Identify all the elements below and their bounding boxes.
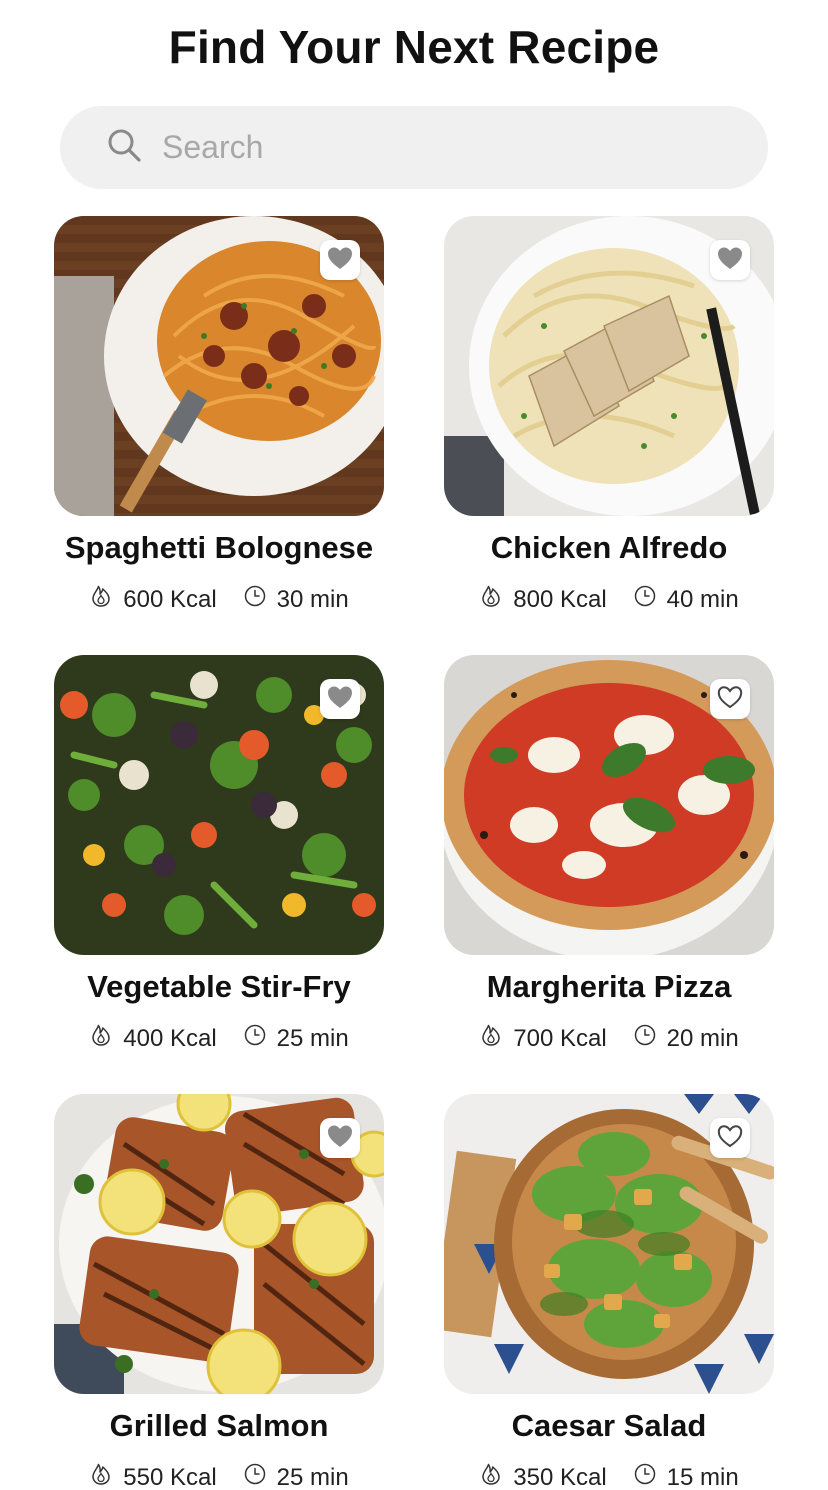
calories-stat: 400 Kcal [89, 1023, 217, 1054]
margherita-pizza-photo[interactable] [444, 655, 774, 955]
calories-value: 350 Kcal [513, 1463, 607, 1490]
search-bar[interactable] [60, 106, 768, 189]
calories-value: 700 Kcal [513, 1024, 607, 1052]
clock-icon [633, 1462, 667, 1490]
calories-stat: 600 Kcal [89, 584, 217, 615]
time-value: 15 min [666, 1463, 739, 1490]
recipe-meta: 700 Kcal 20 min [444, 1023, 774, 1054]
favorite-button[interactable] [710, 1118, 750, 1158]
time-value: 30 min [276, 585, 349, 613]
page-title: Find Your Next Recipe [168, 21, 660, 73]
search-icon [106, 127, 142, 168]
time-value: 20 min [666, 1024, 739, 1052]
time-stat: 25 min [243, 1462, 349, 1490]
recipe-browser-screen: Find Your Next Recipe Search Spaghetti B… [0, 0, 828, 1490]
time-stat: 20 min [633, 1023, 739, 1054]
calories-stat: 700 Kcal [479, 1023, 607, 1054]
recipe-card[interactable]: Caesar Salad 350 Kcal 15 min [444, 1094, 774, 1490]
recipe-name: Grilled Salmon [109, 1408, 329, 1443]
recipe-card[interactable]: Chicken Alfredo 800 Kcal 40 min [444, 216, 774, 655]
calories-stat: 350 Kcal [479, 1462, 607, 1490]
clock-icon [243, 1462, 277, 1490]
heart-icon [716, 245, 744, 276]
recipe-grid: Spaghetti Bolognese 600 Kcal 30 min Chic… [54, 216, 774, 1490]
heart-icon [716, 684, 744, 715]
time-stat: 25 min [243, 1023, 349, 1054]
calories-value: 400 Kcal [123, 1024, 217, 1052]
calories-value: 550 Kcal [123, 1463, 217, 1490]
calories-stat: 550 Kcal [89, 1462, 217, 1490]
favorite-button[interactable] [710, 679, 750, 719]
flame-icon [89, 1462, 123, 1490]
chicken-alfredo-photo[interactable] [444, 216, 774, 516]
flame-icon [479, 1023, 513, 1054]
heart-icon [716, 1123, 744, 1154]
recipe-meta: 350 Kcal 15 min [444, 1462, 774, 1490]
clock-icon [633, 584, 667, 615]
calories-value: 800 Kcal [513, 585, 607, 613]
clock-icon [633, 1023, 667, 1054]
favorite-button[interactable] [320, 240, 360, 280]
favorite-button[interactable] [710, 240, 750, 280]
recipe-card[interactable]: Margherita Pizza 700 Kcal 20 min [444, 655, 774, 1094]
caesar-salad-photo[interactable] [444, 1094, 774, 1394]
recipe-meta: 600 Kcal 30 min [54, 584, 384, 615]
time-value: 25 min [276, 1463, 349, 1490]
heart-icon [326, 245, 354, 276]
search-input[interactable] [160, 128, 724, 167]
calories-value: 600 Kcal [123, 585, 217, 613]
recipe-name: Vegetable Stir-Fry [87, 969, 351, 1004]
flame-icon [479, 584, 513, 615]
flame-icon [479, 1462, 513, 1490]
recipe-meta: 400 Kcal 25 min [54, 1023, 384, 1054]
clock-icon [243, 584, 277, 615]
heart-icon [326, 684, 354, 715]
time-value: 25 min [276, 1024, 349, 1052]
clock-icon [243, 1023, 277, 1054]
favorite-button[interactable] [320, 679, 360, 719]
recipe-name: Margherita Pizza [486, 969, 732, 1004]
time-stat: 30 min [243, 584, 349, 615]
spaghetti-bolognese-photo[interactable] [54, 216, 384, 516]
grilled-salmon-photo[interactable] [54, 1094, 384, 1394]
recipe-meta: 800 Kcal 40 min [444, 584, 774, 615]
flame-icon [89, 584, 123, 615]
recipe-name: Caesar Salad [511, 1408, 707, 1443]
recipe-name: Spaghetti Bolognese [64, 530, 374, 565]
heart-icon [326, 1123, 354, 1154]
calories-stat: 800 Kcal [479, 584, 607, 615]
recipe-card[interactable]: Grilled Salmon 550 Kcal 25 min [54, 1094, 384, 1490]
flame-icon [89, 1023, 123, 1054]
vegetable-stir-fry-photo[interactable] [54, 655, 384, 955]
favorite-button[interactable] [320, 1118, 360, 1158]
recipe-card[interactable]: Vegetable Stir-Fry 400 Kcal 25 min [54, 655, 384, 1094]
recipe-name: Chicken Alfredo [490, 530, 728, 565]
time-stat: 15 min [633, 1462, 739, 1490]
recipe-card[interactable]: Spaghetti Bolognese 600 Kcal 30 min [54, 216, 384, 655]
recipe-meta: 550 Kcal 25 min [54, 1462, 384, 1490]
time-stat: 40 min [633, 584, 739, 615]
time-value: 40 min [666, 585, 739, 613]
